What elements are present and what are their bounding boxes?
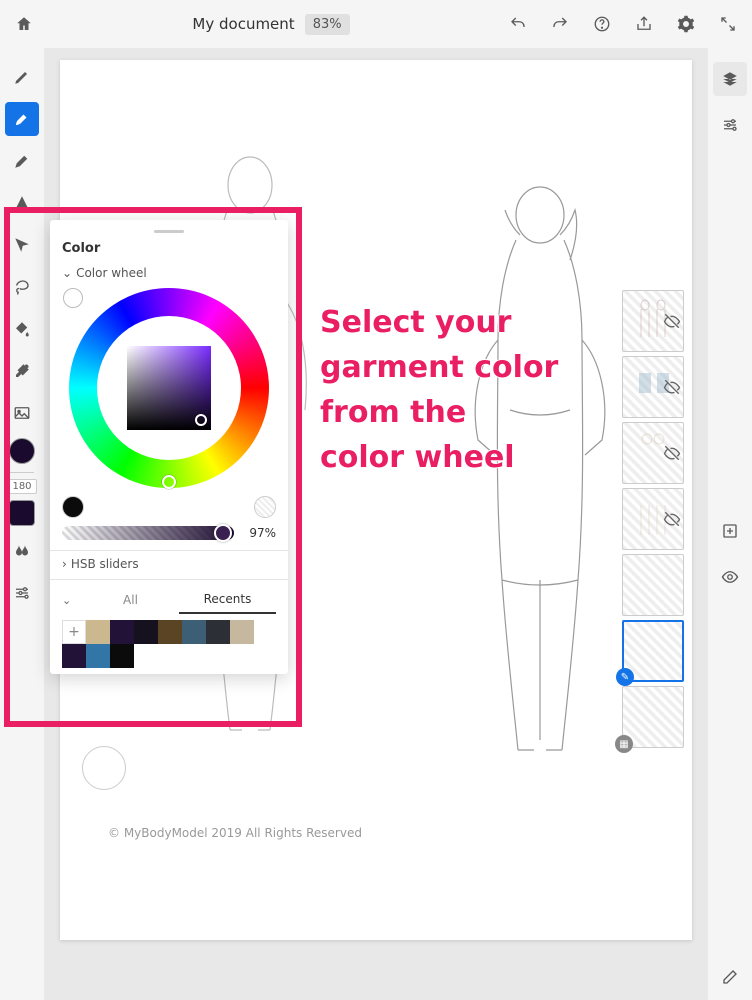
redo-icon[interactable] <box>548 12 572 36</box>
zoom-level[interactable]: 83% <box>305 14 350 35</box>
layer-thumb-3[interactable] <box>622 422 684 484</box>
recent-swatch[interactable] <box>158 620 182 644</box>
opacity-handle[interactable] <box>214 524 232 542</box>
layer-thumb-4[interactable] <box>622 488 684 550</box>
layers-strip: ✎ ▦ <box>622 290 684 748</box>
tab-recents[interactable]: Recents <box>179 586 276 614</box>
color-panel: Color ⌄ Color wheel 97% › HSB sliders ⌄ … <box>50 220 288 674</box>
recent-swatch[interactable] <box>86 620 110 644</box>
color-wheel-label: Color wheel <box>76 266 147 280</box>
settings-icon[interactable] <box>674 12 698 36</box>
blend-tool[interactable] <box>5 534 39 568</box>
separator <box>50 579 288 580</box>
hidden-icon <box>663 510 681 528</box>
eraser-tool[interactable] <box>713 960 747 994</box>
document-title: My document <box>192 15 294 33</box>
undo-icon[interactable] <box>506 12 530 36</box>
current-color-circle[interactable] <box>9 438 35 464</box>
right-toolbar <box>708 48 752 1000</box>
properties-panel-icon[interactable] <box>713 108 747 142</box>
croquis-back <box>440 180 640 780</box>
image-tool[interactable] <box>5 396 39 430</box>
share-icon[interactable] <box>632 12 656 36</box>
recent-swatch[interactable] <box>182 620 206 644</box>
tab-all[interactable]: All <box>82 587 179 613</box>
home-icon[interactable] <box>12 12 36 36</box>
recent-swatches: + <box>62 620 276 668</box>
edit-layer-icon: ✎ <box>616 668 634 686</box>
blank-swatch-circle[interactable] <box>82 746 126 790</box>
eyedropper-tool[interactable] <box>5 354 39 388</box>
hidden-icon <box>663 312 681 330</box>
recent-swatch[interactable] <box>62 644 86 668</box>
swatch-black[interactable] <box>62 496 84 518</box>
layer-thumb-1[interactable] <box>622 290 684 352</box>
lasso-tool[interactable] <box>5 270 39 304</box>
recent-swatch[interactable] <box>110 644 134 668</box>
left-toolbar: 180 <box>0 48 44 1000</box>
current-color-square[interactable] <box>9 500 35 526</box>
pencil-tool[interactable] <box>5 60 39 94</box>
opacity-slider[interactable] <box>62 526 234 540</box>
fullscreen-icon[interactable] <box>716 12 740 36</box>
separator <box>50 550 288 551</box>
swatch-transparent[interactable] <box>254 496 276 518</box>
hue-handle[interactable] <box>162 475 176 489</box>
no-color-swatch[interactable] <box>63 288 83 308</box>
layer-thumb-5[interactable] <box>622 554 684 616</box>
hidden-icon <box>663 444 681 462</box>
hsb-label: HSB sliders <box>71 557 139 571</box>
layer-thumb-6[interactable]: ✎ <box>622 620 684 682</box>
color-wheel[interactable] <box>69 288 269 488</box>
move-tool[interactable] <box>5 228 39 262</box>
fill-tool[interactable] <box>5 312 39 346</box>
visibility-icon[interactable] <box>713 560 747 594</box>
layers-panel-icon[interactable] <box>713 62 747 96</box>
panel-title: Color <box>62 241 276 256</box>
recent-swatch[interactable] <box>206 620 230 644</box>
copyright-text: © MyBodyModel 2019 All Rights Reserved <box>108 826 362 840</box>
pen-tool[interactable] <box>5 144 39 178</box>
help-icon[interactable] <box>590 12 614 36</box>
saturation-handle[interactable] <box>195 414 207 426</box>
opacity-value[interactable]: 97% <box>242 526 276 540</box>
recent-swatch[interactable] <box>110 620 134 644</box>
rotation-indicator[interactable]: 180 <box>7 479 36 494</box>
layer-flag-icon: ▦ <box>615 735 633 753</box>
layer-thumb-7[interactable]: ▦ <box>622 686 684 748</box>
recent-swatch[interactable] <box>134 620 158 644</box>
color-wheel-section-toggle[interactable]: ⌄ Color wheel <box>62 266 276 280</box>
shape-tool[interactable] <box>5 186 39 220</box>
brush-tool[interactable] <box>5 102 39 136</box>
recent-swatch[interactable] <box>86 644 110 668</box>
top-bar: My document 83% <box>0 0 752 48</box>
adjust-tool[interactable] <box>5 576 39 610</box>
hsb-section-toggle[interactable]: › HSB sliders <box>62 557 276 571</box>
chevron-right-icon: › <box>62 557 67 571</box>
add-layer-icon[interactable] <box>713 514 747 548</box>
hidden-icon <box>663 378 681 396</box>
layer-thumb-2[interactable] <box>622 356 684 418</box>
recent-swatch[interactable] <box>230 620 254 644</box>
separator <box>10 472 34 473</box>
add-swatch-button[interactable]: + <box>62 620 86 644</box>
panel-drag-handle[interactable] <box>154 230 184 233</box>
saturation-box[interactable] <box>127 346 211 430</box>
expand-swatches-icon[interactable]: ⌄ <box>62 594 82 607</box>
chevron-down-icon: ⌄ <box>62 266 72 280</box>
